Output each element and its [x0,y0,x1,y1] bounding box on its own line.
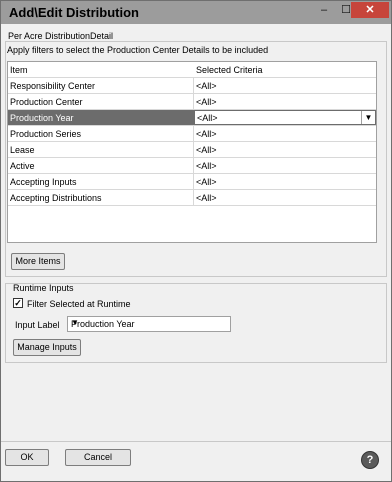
runtime-inputs-caption: Runtime Inputs [13,283,74,293]
row-criteria[interactable]: <All> [196,97,356,107]
grid-header-row: Item Selected Criteria [8,62,376,78]
row-item: Accepting Inputs [10,177,77,187]
help-icon[interactable]: ? [361,451,379,469]
criteria-dropdown-value: <All> [197,113,218,123]
table-row[interactable]: Lease <All> [8,142,376,158]
row-criteria[interactable]: <All> [196,145,356,155]
minimize-icon[interactable]: – [313,2,335,18]
table-row[interactable]: Accepting Distributions <All> [8,190,376,206]
chevron-down-icon[interactable]: ▼ [71,318,228,327]
row-item: Responsibility Center [10,81,96,91]
row-item: Production Center [10,97,83,107]
chevron-down-icon[interactable]: ▼ [361,111,375,124]
row-criteria[interactable]: <All> [196,161,356,171]
row-item: Production Series [10,129,82,139]
footer-divider [1,441,391,442]
close-icon[interactable]: ✕ [351,2,389,18]
row-item: Active [10,161,35,171]
column-header-item: Item [10,65,28,75]
row-criteria[interactable]: <All> [196,129,356,139]
table-row[interactable]: Responsibility Center <All> [8,78,376,94]
row-criteria[interactable]: <All> [196,193,356,203]
table-row[interactable]: Accepting Inputs <All> [8,174,376,190]
ok-button[interactable]: OK [5,449,49,466]
manage-inputs-button[interactable]: Manage Inputs [13,339,81,356]
section-title: Per Acre DistributionDetail [8,31,114,41]
row-item: Accepting Distributions [10,193,102,203]
table-row[interactable]: Production Series <All> [8,126,376,142]
more-items-button[interactable]: More Items [11,253,65,270]
row-criteria[interactable]: <All> [196,81,356,91]
input-label-select[interactable]: Production Year ▼ [67,316,231,332]
title-bar[interactable]: Add\Edit Distribution – ☐ ✕ [1,1,391,24]
table-row-selected[interactable]: Production Year <All> ▼ [8,110,376,126]
window-title: Add\Edit Distribution [9,5,139,20]
table-row[interactable]: Production Center <All> [8,94,376,110]
criteria-dropdown[interactable]: <All> ▼ [194,110,376,125]
row-item: Production Year [10,113,74,123]
cancel-button[interactable]: Cancel [65,449,131,466]
filter-runtime-checkbox[interactable]: ✓ [13,298,23,308]
row-criteria[interactable]: <All> [196,177,356,187]
add-edit-distribution-dialog: Add\Edit Distribution – ☐ ✕ Per Acre Dis… [0,0,392,482]
table-row[interactable]: Active <All> [8,158,376,174]
filter-grid: Item Selected Criteria Responsibility Ce… [7,61,377,243]
filter-runtime-label: Filter Selected at Runtime [27,299,131,309]
column-header-criteria: Selected Criteria [196,65,263,75]
input-label-caption: Input Label [15,320,60,330]
filter-caption: Apply filters to select the Production C… [7,45,269,55]
row-item: Lease [10,145,35,155]
